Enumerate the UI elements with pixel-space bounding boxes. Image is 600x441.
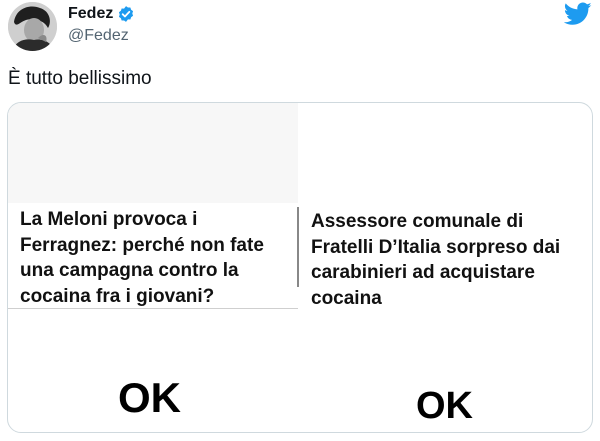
tweet-text: È tutto bellissimo <box>8 68 152 89</box>
left-reaction-ok: OK <box>118 374 181 421</box>
tweet-card: Fedez @Fedez È tutto bellissimo La Melon… <box>0 0 600 441</box>
tweet-media-image[interactable]: La Meloni provoca i Ferragnez: perché no… <box>7 102 593 433</box>
left-panel-divider <box>8 308 298 309</box>
avatar-image <box>8 2 57 51</box>
verified-badge-icon <box>117 5 135 23</box>
right-headline: Assessore comunale di Fratelli D’Italia … <box>311 211 561 309</box>
meme-left-panel: La Meloni provoca i Ferragnez: perché no… <box>8 103 298 432</box>
left-headline: La Meloni provoca i Ferragnez: perché no… <box>20 209 264 307</box>
right-reaction-ok: OK <box>416 385 473 427</box>
twitter-bird-icon[interactable] <box>563 2 592 26</box>
meme-right-panel: Assessore comunale di Fratelli D’Italia … <box>299 103 592 432</box>
avatar[interactable] <box>8 2 57 51</box>
left-panel-background <box>8 103 298 203</box>
author-handle[interactable]: @Fedez <box>68 27 129 45</box>
author-display-name[interactable]: Fedez <box>68 4 113 24</box>
author-name-row: Fedez <box>68 4 135 24</box>
